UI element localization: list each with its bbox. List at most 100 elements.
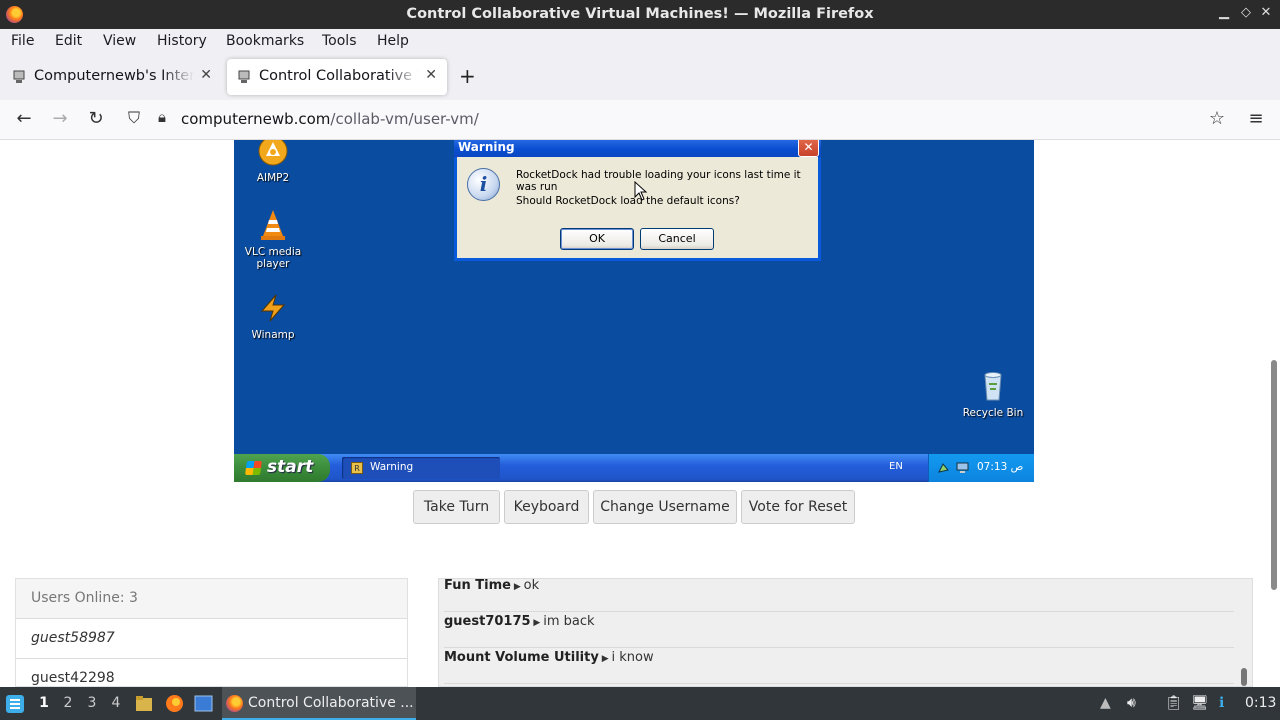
page-scroll-thumb[interactable] xyxy=(1271,360,1277,590)
chat-log: Fun Time ▶ ok guest70175 ▶ im back Mount… xyxy=(438,578,1253,687)
taskbar-window-label: Warning xyxy=(370,461,414,473)
menu-history[interactable]: History xyxy=(157,33,207,49)
start-label: start xyxy=(267,457,314,477)
xp-taskbar: start R Warning EN 07:13 ص xyxy=(234,454,1034,482)
vote-for-reset-button[interactable]: Vote for Reset xyxy=(741,490,855,524)
reload-icon[interactable]: ↻ xyxy=(84,108,108,129)
maximize-icon[interactable]: ◇ xyxy=(1238,5,1254,20)
workspace-3[interactable]: 3 xyxy=(84,695,100,711)
desktop-icon-label: AIMP2 xyxy=(256,172,290,184)
chat-arrow-icon: ▶ xyxy=(598,654,612,664)
chat-username: Fun Time xyxy=(444,578,511,593)
network-tray-icon[interactable] xyxy=(937,461,950,474)
window-title: Control Collaborative Virtual Machines! … xyxy=(406,6,874,22)
tab-close-icon[interactable]: ✕ xyxy=(425,67,437,83)
desktop-icon-recycle-bin[interactable]: Recycle Bin xyxy=(953,369,1033,419)
close-icon[interactable]: ✕ xyxy=(1258,5,1274,20)
url-bar[interactable]: computernewb.com/collab-vm/user-vm/ xyxy=(181,110,479,128)
app-menu-icon[interactable] xyxy=(5,694,25,714)
users-online-header: Users Online: 3 xyxy=(16,579,407,619)
menu-tools[interactable]: Tools xyxy=(322,33,357,49)
chat-text: i know xyxy=(611,650,654,665)
minimize-icon[interactable]: ▁ xyxy=(1216,5,1232,20)
desktop-icon-aimp2[interactable]: AIMP2 xyxy=(234,140,313,184)
menu-view[interactable]: View xyxy=(103,33,136,49)
dialog-message-line1: RocketDock had trouble loading your icon… xyxy=(516,169,801,193)
tray-up-arrow-icon[interactable]: ▲ xyxy=(1100,695,1111,711)
chat-text: im back xyxy=(543,614,595,629)
recycle-bin-icon xyxy=(984,372,1002,401)
dialog-titlebar: Warning ✕ xyxy=(454,140,821,157)
clipboard-icon[interactable]: 📋︎ xyxy=(1165,695,1183,711)
desktop-icon-winamp[interactable]: Winamp xyxy=(234,291,313,341)
info-icon: i xyxy=(467,168,500,201)
url-domain: computernewb.com xyxy=(181,110,331,128)
tab-strip: Computernewb's Internet ✕ Control Collab… xyxy=(0,54,1280,100)
chat-arrow-icon: ▶ xyxy=(530,618,544,628)
dialog-title: Warning xyxy=(458,140,515,154)
menu-file[interactable]: File xyxy=(11,33,34,49)
chat-message: Fun Time ▶ ok xyxy=(444,578,1234,612)
keyboard-button[interactable]: Keyboard xyxy=(504,490,589,524)
chat-message: guest70175 ▶ im back xyxy=(444,612,1234,648)
mouse-cursor-icon xyxy=(634,181,648,201)
change-username-button[interactable]: Change Username xyxy=(593,490,737,524)
xp-clock: 07:13 ص xyxy=(977,461,1024,473)
chat-scrollbar[interactable] xyxy=(1241,579,1249,686)
panel-clock: 0:13 xyxy=(1245,695,1277,711)
user-list-item[interactable]: guest58987 xyxy=(16,619,407,659)
dialog-ok-button[interactable]: OK xyxy=(560,228,634,250)
tab-label: Control Collaborative Virtual Machines! xyxy=(259,68,419,84)
bookmark-star-icon[interactable]: ☆ xyxy=(1205,108,1229,129)
hamburger-menu-icon[interactable]: ≡ xyxy=(1244,108,1268,129)
language-indicator[interactable]: EN xyxy=(889,461,903,472)
dialog-close-icon[interactable]: ✕ xyxy=(798,140,819,157)
workspace-4[interactable]: 4 xyxy=(108,695,124,711)
back-arrow-icon[interactable]: ← xyxy=(12,108,36,129)
start-button[interactable]: start xyxy=(234,454,330,482)
site-favicon-icon xyxy=(13,70,25,83)
desktop-icon-vlc[interactable]: VLC media player xyxy=(234,208,313,270)
workspace-2[interactable]: 2 xyxy=(60,695,76,711)
terminal-icon[interactable] xyxy=(194,695,213,712)
os-panel: 1 2 3 4 Control Collaborative ... ▲ 🔊︎ 📋… xyxy=(0,687,1280,720)
navigation-bar: ← → ↻ ⛉ 🔒︎ computernewb.com/collab-vm/us… xyxy=(0,100,1280,140)
dialog-cancel-button[interactable]: Cancel xyxy=(640,228,714,250)
url-path: /collab-vm/user-vm/ xyxy=(330,110,479,128)
vm-screen[interactable]: AIMP2 VLC media player Winamp Recycle Bi… xyxy=(234,140,1034,482)
chat-scroll-thumb[interactable] xyxy=(1241,668,1247,686)
windows-flag-icon xyxy=(245,461,262,475)
taskbar-window-warning[interactable]: R Warning xyxy=(342,457,500,479)
menu-bookmarks[interactable]: Bookmarks xyxy=(226,33,304,49)
vlc-cone-icon xyxy=(261,210,285,240)
take-turn-button[interactable]: Take Turn xyxy=(413,490,500,524)
padlock-icon[interactable]: 🔒︎ xyxy=(150,108,174,126)
rocketdock-icon: R xyxy=(351,462,363,474)
chat-username: Mount Volume Utility xyxy=(444,650,599,665)
tracking-shield-icon[interactable]: ⛉ xyxy=(122,108,146,128)
chat-message: Mount Volume Utility ▶ i know xyxy=(444,648,1234,684)
system-tray: 07:13 ص xyxy=(928,454,1034,482)
workspace-1[interactable]: 1 xyxy=(36,695,52,711)
panel-task-label: Control Collaborative ... xyxy=(248,695,414,711)
chat-text: ok xyxy=(523,578,540,593)
notification-icon[interactable]: ℹ xyxy=(1219,695,1224,711)
tab-computernewb[interactable]: Computernewb's Internet ✕ xyxy=(2,59,222,95)
file-manager-icon[interactable] xyxy=(135,695,153,712)
forward-arrow-icon[interactable]: → xyxy=(48,108,72,129)
new-tab-plus-icon[interactable]: + xyxy=(459,64,476,88)
menu-edit[interactable]: Edit xyxy=(55,33,82,49)
network-icon[interactable]: 🖥︎ xyxy=(1191,695,1209,711)
monitor-tray-icon[interactable] xyxy=(956,461,969,474)
tab-close-icon[interactable]: ✕ xyxy=(200,67,212,83)
menubar: File Edit View History Bookmarks Tools H… xyxy=(0,29,1280,54)
tab-collab-vm[interactable]: Control Collaborative Virtual Machines! … xyxy=(227,59,447,95)
tab-label: Computernewb's Internet xyxy=(34,68,194,84)
firefox-launcher-icon[interactable] xyxy=(165,694,184,713)
panel-task-firefox[interactable]: Control Collaborative ... xyxy=(222,687,416,720)
dialog-message-line2: Should RocketDock load the default icons… xyxy=(516,195,740,207)
volume-icon[interactable]: 🔊︎ xyxy=(1127,695,1136,711)
menu-help[interactable]: Help xyxy=(377,33,409,49)
page-scrollbar[interactable] xyxy=(1271,140,1277,687)
winamp-icon xyxy=(260,294,286,322)
